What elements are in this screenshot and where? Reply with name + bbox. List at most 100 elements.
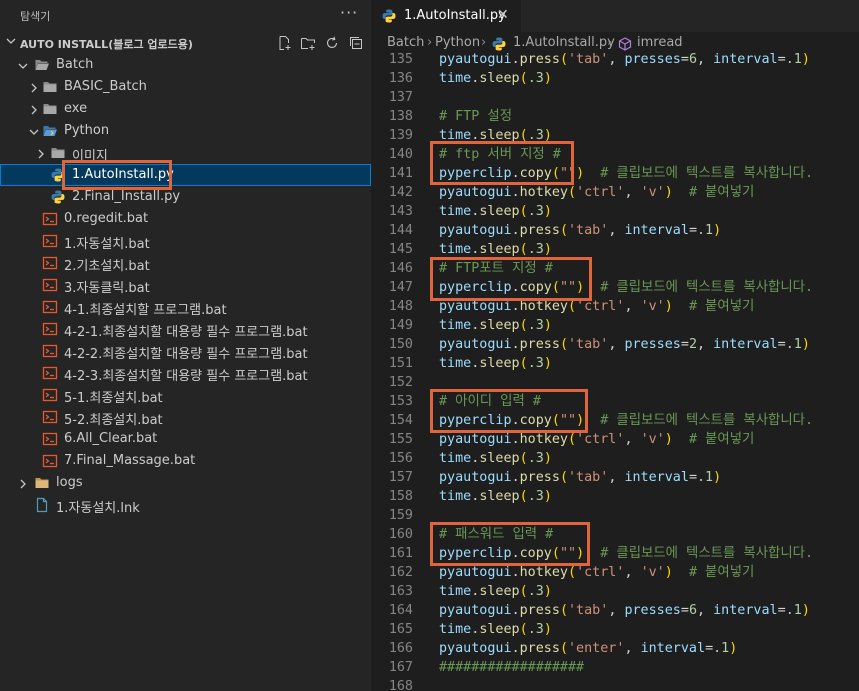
python-icon xyxy=(50,167,66,183)
collapse-all-icon[interactable] xyxy=(348,35,364,51)
code-line: 138 # FTP 설정 xyxy=(371,107,859,126)
code-token: , xyxy=(608,223,625,238)
tree-item[interactable]: 이미지 xyxy=(0,142,371,164)
tree-item-label: 4-2-2.최종설치할 대용량 필수 프로그램.bat xyxy=(64,347,308,362)
code-token: ) xyxy=(801,52,810,67)
tree-item[interactable]: exe xyxy=(0,98,371,120)
tree-item[interactable]: logs xyxy=(0,472,371,494)
code-token: # FTP포트 지정 # xyxy=(439,261,553,276)
code-token: 6 xyxy=(688,603,697,618)
tree-item[interactable]: 1.자동설치.bat xyxy=(0,230,371,252)
code-token: presses xyxy=(624,603,681,618)
code-token: , xyxy=(608,603,625,618)
code-token: # 클립보드에 텍스트를 복사합니다. xyxy=(600,413,814,428)
tab-autoinstall[interactable]: 1.AutoInstall.py ✕ xyxy=(371,0,521,32)
batch-file-icon xyxy=(42,233,58,249)
refresh-icon[interactable] xyxy=(324,35,340,51)
code-text: pyautogui.press('tab', presses=6, interv… xyxy=(439,601,810,620)
close-icon[interactable]: ✕ xyxy=(497,7,509,23)
code-text: time.sleep(.3) xyxy=(439,240,552,259)
code-text: # FTP 설정 xyxy=(439,107,512,126)
line-number: 140 xyxy=(388,147,413,162)
code-text: pyautogui.hotkey('ctrl', 'v') # 붙여넣기 xyxy=(439,297,754,316)
workspace-section-header[interactable]: AUTO INSTALL(블로그 업로드용) xyxy=(0,32,371,54)
tree-item-label: logs xyxy=(56,475,83,490)
code-token: ) xyxy=(729,641,738,656)
tree-item[interactable]: 0.regedit.bat xyxy=(0,208,371,230)
tree-item[interactable]: 2.기초설치.bat xyxy=(0,252,371,274)
tree-item[interactable]: 4-2-2.최종설치할 대용량 필수 프로그램.bat xyxy=(0,340,371,362)
tree-item[interactable]: 1.자동설치.lnk xyxy=(0,494,371,516)
chevron-right-icon[interactable] xyxy=(36,148,46,159)
chevron-right-icon[interactable] xyxy=(18,478,28,489)
line-number: 144 xyxy=(388,223,413,238)
code-token: ) xyxy=(543,71,552,86)
code-token: ( xyxy=(568,185,577,200)
tree-item-label: 4-2-3.최종설치할 대용량 필수 프로그램.bat xyxy=(64,369,308,384)
code-token: # 붙여넣기 xyxy=(688,432,755,447)
breadcrumb-python[interactable]: Python xyxy=(435,35,480,50)
breadcrumb-symbol[interactable]: imread xyxy=(637,35,683,50)
tree-item[interactable]: BASIC_Batch xyxy=(0,76,371,98)
code-token: = xyxy=(777,52,786,67)
code-token: "" xyxy=(559,546,577,561)
tree-item[interactable]: Python xyxy=(0,120,371,142)
chevron-right-icon[interactable] xyxy=(29,82,39,93)
tree-item[interactable]: 3.자동클릭.bat xyxy=(0,274,371,296)
line-number: 152 xyxy=(388,375,413,390)
python-folder-open-icon xyxy=(42,123,58,139)
line-number: 139 xyxy=(388,128,413,143)
tree-item[interactable]: 5-1.최종설치.bat xyxy=(0,384,371,406)
code-token: ) xyxy=(543,318,552,333)
explorer-title: 탐색기 xyxy=(20,10,51,23)
more-actions-icon[interactable]: ··· xyxy=(340,3,358,22)
new-folder-icon[interactable] xyxy=(300,35,316,51)
code-token: .3 xyxy=(527,622,544,637)
chevron-right-icon[interactable] xyxy=(29,104,39,115)
tab-bar: 1.AutoInstall.py ✕ xyxy=(371,0,859,32)
code-text: time.sleep(.3) xyxy=(439,449,552,468)
breadcrumb-separator-icon: › xyxy=(427,35,433,50)
code-token: . xyxy=(511,565,520,580)
code-line: 155 pyautogui.hotkey('ctrl', 'v') # 붙여넣기 xyxy=(371,430,859,449)
code-token: pyautogui xyxy=(439,641,512,656)
code-line: 147 pyperclip.copy("") # 클립보드에 텍스트를 복사합니다… xyxy=(371,278,859,297)
tree-item[interactable]: 6.All_Clear.bat xyxy=(0,428,371,450)
breadcrumb-file[interactable]: 1.AutoInstall.py xyxy=(513,35,615,50)
tree-item[interactable]: Batch xyxy=(0,54,371,76)
code-token: .3 xyxy=(527,128,544,143)
code-token: hotkey xyxy=(519,299,568,314)
batch-file-icon xyxy=(42,365,58,381)
tree-item[interactable]: 4-2-3.최종설치할 대용량 필수 프로그램.bat xyxy=(0,362,371,384)
code-text: time.sleep(.3) xyxy=(439,354,552,373)
code-token: . xyxy=(511,185,520,200)
tree-item[interactable]: 2.Final_Install.py xyxy=(0,186,371,208)
code-token: pyautogui xyxy=(439,603,512,618)
line-number: 142 xyxy=(388,185,413,200)
tree-item[interactable]: 4-2-1.최종설치할 대용량 필수 프로그램.bat xyxy=(0,318,371,340)
code-line: 154 pyperclip.copy("") # 클립보드에 텍스트를 복사합니다… xyxy=(371,411,859,430)
code-token: 'tab' xyxy=(568,52,609,67)
code-text: time.sleep(.3) xyxy=(439,202,552,221)
code-text: time.sleep(.3) xyxy=(439,316,552,335)
chevron-down-icon[interactable] xyxy=(29,126,39,136)
batch-file-icon xyxy=(42,409,58,425)
tree-item[interactable]: 4-1.최종설치할 프로그램.bat xyxy=(0,296,371,318)
code-token: ) xyxy=(576,546,585,561)
tree-item[interactable]: 7.Final_Massage.bat xyxy=(0,450,371,472)
code-view[interactable]: 135 pyautogui.press('tab', presses=6, int… xyxy=(371,50,859,691)
code-token: pyautogui xyxy=(439,185,512,200)
breadcrumb-batch[interactable]: Batch xyxy=(387,35,424,50)
folder-open-icon xyxy=(34,57,50,73)
tree-item[interactable]: 1.AutoInstall.py xyxy=(0,164,371,186)
batch-file-icon xyxy=(42,277,58,293)
tree-item[interactable]: 5-2.최종설치.bat xyxy=(0,406,371,428)
new-file-icon[interactable] xyxy=(276,35,292,51)
tree-item-label: 4-1.최종설치할 프로그램.bat xyxy=(64,303,227,318)
chevron-down-icon[interactable] xyxy=(18,60,28,70)
code-token: press xyxy=(519,337,560,352)
code-line: 146 # FTP포트 지정 # xyxy=(371,259,859,278)
